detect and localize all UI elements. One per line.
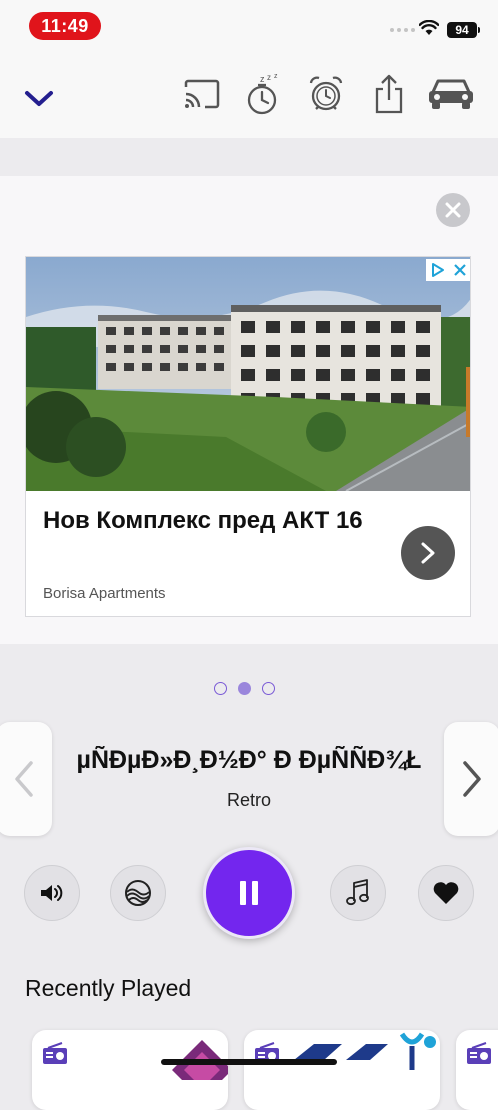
wifi-icon <box>419 20 439 35</box>
cast-icon[interactable] <box>182 76 222 112</box>
recent-station-card[interactable] <box>32 1030 228 1110</box>
adchoices-icon[interactable] <box>426 259 470 281</box>
player-toolbar: z z z <box>0 52 498 138</box>
page-dot[interactable] <box>262 682 275 695</box>
ad-headline: Нов Комплекс пред АКТ 16 <box>43 507 363 534</box>
next-station-button[interactable] <box>444 722 498 836</box>
home-indicator <box>161 1059 337 1065</box>
page-dot-active[interactable] <box>238 682 251 695</box>
song-info-button[interactable] <box>330 865 386 921</box>
signal-icon <box>390 28 415 32</box>
recently-played-heading: Recently Played <box>25 975 192 1001</box>
recent-station-card[interactable] <box>244 1030 440 1110</box>
alarm-icon[interactable] <box>306 74 346 114</box>
music-note-icon <box>346 879 369 906</box>
radio-icon <box>43 1042 67 1064</box>
volume-icon <box>41 885 63 901</box>
sleep-timer-icon[interactable]: z z z <box>244 72 284 116</box>
page-dot[interactable] <box>214 682 227 695</box>
volume-button[interactable] <box>24 865 80 921</box>
station-logo <box>294 1032 436 1070</box>
page-indicator <box>214 682 275 695</box>
equalizer-button[interactable] <box>110 865 166 921</box>
previous-station-button[interactable] <box>0 722 52 836</box>
favorite-button[interactable] <box>418 865 474 921</box>
battery-indicator: 94 <box>447 22 480 38</box>
svg-text:z: z <box>260 74 265 84</box>
pause-icon <box>240 881 258 905</box>
recent-station-card[interactable] <box>456 1030 498 1110</box>
ad-image <box>26 257 470 491</box>
station-genre: Retro <box>226 790 271 810</box>
radio-icon <box>467 1042 491 1064</box>
car-mode-icon[interactable] <box>427 76 475 112</box>
status-bar: 11:49 94 <box>0 0 498 52</box>
ad-close-button[interactable] <box>436 193 470 227</box>
svg-text:z: z <box>267 73 271 82</box>
ad-open-button[interactable] <box>401 526 455 580</box>
share-icon[interactable] <box>371 72 407 116</box>
pause-button[interactable] <box>203 847 295 939</box>
heart-icon <box>433 882 459 904</box>
chevron-down-icon[interactable] <box>22 84 56 114</box>
station-name: µÑÐµÐ»Ð¸Ð½Ð° Ð ÐµÑÑÐ¾Ł <box>76 746 422 774</box>
status-time: 11:49 <box>29 12 101 40</box>
equalizer-icon <box>125 880 151 906</box>
ad-advertiser: Borisa Apartments <box>43 585 166 602</box>
svg-text:z: z <box>274 73 278 80</box>
ad-content[interactable]: Нов Комплекс пред АКТ 16 Borisa Apartmen… <box>25 256 471 617</box>
